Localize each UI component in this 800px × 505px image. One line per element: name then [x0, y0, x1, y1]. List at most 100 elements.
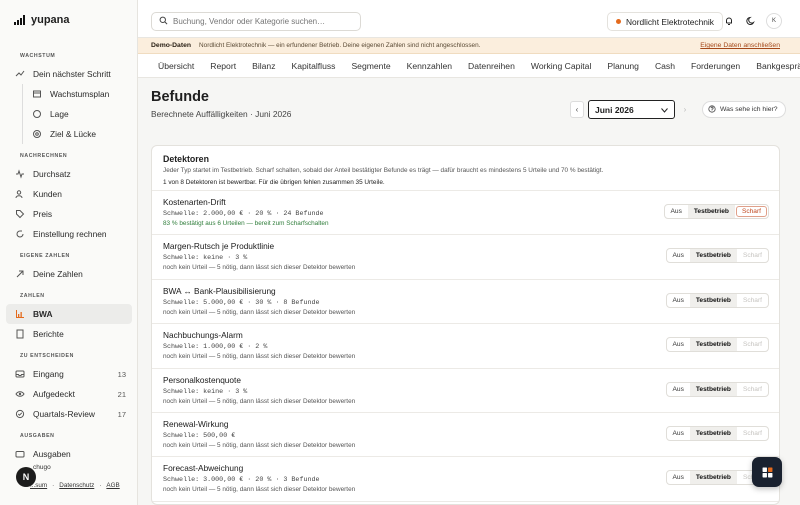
- detector-list: Kostenarten-Drift Schwelle: 2.000,00 € · …: [152, 191, 779, 502]
- tab-cash[interactable]: Cash: [655, 61, 675, 71]
- tab-overview[interactable]: Übersicht: [158, 61, 194, 71]
- detectors-meta: 1 von 8 Detektoren ist bewertbar. Für di…: [163, 179, 385, 186]
- sidebar-item-goal-gap[interactable]: Ziel & Lücke: [23, 124, 132, 144]
- apps-button[interactable]: [752, 457, 782, 487]
- eye-icon: [14, 388, 26, 400]
- mode-off-button[interactable]: Aus: [667, 427, 690, 440]
- mode-off-button[interactable]: Aus: [667, 249, 690, 262]
- tab-kpis[interactable]: Kennzahlen: [407, 61, 452, 71]
- mode-test-button[interactable]: Testbetrieb: [689, 382, 737, 396]
- target-icon: [31, 128, 43, 140]
- tab-bar: Übersicht Report Bilanz Kapitalfluss Seg…: [138, 54, 800, 78]
- mode-test-button[interactable]: Testbetrieb: [689, 249, 737, 263]
- tab-balance[interactable]: Bilanz: [252, 61, 275, 71]
- sidebar-item-growth-plan[interactable]: Wachstumsplan: [23, 84, 132, 104]
- sidebar-item-own-numbers[interactable]: Deine Zahlen: [6, 264, 132, 284]
- footer-sep: ·: [52, 482, 55, 489]
- search-input[interactable]: [173, 17, 353, 26]
- mode-toggle: AusTestbetriebScharf: [665, 381, 769, 397]
- sidebar-item-uncovered[interactable]: Aufgedeckt 21: [6, 384, 132, 404]
- sidebar-item-next-step[interactable]: Dein nächster Schritt: [6, 64, 132, 84]
- sidebar-item-label: Berichte: [33, 329, 64, 339]
- trend-up-icon: [14, 68, 26, 80]
- avatar[interactable]: N: [16, 467, 36, 487]
- sidebar-item-situation[interactable]: Lage: [23, 104, 132, 124]
- help-circle-icon: [708, 104, 716, 115]
- sidebar-item-expenses[interactable]: Ausgaben: [6, 444, 132, 464]
- tab-working-capital[interactable]: Working Capital: [531, 61, 592, 71]
- mode-test-button[interactable]: Testbetrieb: [689, 471, 737, 485]
- sidebar-item-inbox[interactable]: Eingang 13: [6, 364, 132, 384]
- chevron-down-icon: [661, 105, 668, 115]
- tab-receivables[interactable]: Forderungen: [691, 61, 740, 71]
- sidebar-item-customers[interactable]: Kunden: [6, 184, 132, 204]
- company-switcher[interactable]: Nordlicht Elektrotechnik: [607, 12, 723, 31]
- tab-report[interactable]: Report: [210, 61, 236, 71]
- mode-toggle: AusTestbetriebScharf: [665, 292, 769, 308]
- mode-test-button[interactable]: Testbetrieb: [689, 338, 737, 352]
- month-select[interactable]: Juni 2026: [588, 100, 675, 119]
- mode-test-button[interactable]: Testbetrieb: [687, 205, 735, 218]
- search-box[interactable]: [151, 12, 361, 31]
- mode-armed-button[interactable]: Scharf: [737, 383, 768, 396]
- bar-chart-icon: [14, 308, 26, 320]
- connect-data-link[interactable]: Eigene Daten anschließen: [700, 42, 780, 49]
- demo-banner: Demo-Daten Nordlicht Elektrotechnik — ei…: [138, 38, 800, 54]
- mode-armed-button[interactable]: Scharf: [737, 338, 768, 351]
- mode-armed-button[interactable]: Scharf: [735, 206, 767, 217]
- sidebar-item-throughput[interactable]: Durchsatz: [6, 164, 132, 184]
- wallet-icon: [14, 448, 26, 460]
- mode-off-button[interactable]: Aus: [667, 471, 690, 484]
- help-button[interactable]: Was sehe ich hier?: [702, 101, 786, 118]
- mode-armed-button[interactable]: Scharf: [737, 249, 768, 262]
- footer-link-privacy[interactable]: Datenschutz: [59, 482, 94, 489]
- sidebar-item-label: Durchsatz: [33, 169, 71, 179]
- mode-off-button[interactable]: Aus: [665, 205, 688, 218]
- sidebar-item-label: Wachstumsplan: [50, 89, 110, 99]
- demo-text: Nordlicht Elektrotechnik — ein erfundene…: [199, 42, 481, 49]
- nav-section-title: NACHRECHNEN: [20, 153, 68, 159]
- mode-armed-button[interactable]: Scharf: [737, 427, 768, 440]
- mode-test-button[interactable]: Testbetrieb: [689, 293, 737, 307]
- detectors-title: Detektoren: [163, 154, 209, 164]
- mode-toggle: AusTestbetriebScharf: [665, 248, 769, 264]
- mode-test-button[interactable]: Testbetrieb: [689, 426, 737, 440]
- tab-bank-talk[interactable]: Bankgespräch: [756, 61, 800, 71]
- brand-name: yupana: [31, 14, 70, 26]
- pulse-icon: [14, 168, 26, 180]
- sidebar-item-price[interactable]: Preis: [6, 204, 132, 224]
- mode-toggle: AusTestbetriebScharf: [663, 204, 769, 219]
- mode-off-button[interactable]: Aus: [667, 338, 690, 351]
- nav-section-title: ZAHLEN: [20, 293, 45, 299]
- count-badge: 17: [117, 409, 126, 419]
- brand[interactable]: yupana: [14, 14, 70, 26]
- nav-section-title: ZU ENTSCHEIDEN: [20, 353, 74, 359]
- sidebar-item-quarterly-review[interactable]: Quartals-Review 17: [6, 404, 132, 424]
- detector-row: Renewal-Wirkung Schwelle: 500,00 € noch ke…: [152, 413, 779, 458]
- user-avatar[interactable]: K: [766, 13, 782, 29]
- tab-segments[interactable]: Segmente: [351, 61, 390, 71]
- next-month-button[interactable]: ›: [678, 101, 692, 118]
- prev-month-button[interactable]: ‹: [570, 101, 584, 118]
- nav-section-title: EIGENE ZAHLEN: [20, 253, 70, 259]
- footer-link-terms[interactable]: AGB: [106, 482, 119, 489]
- tab-cashflow[interactable]: Kapitalfluss: [292, 61, 336, 71]
- sidebar-item-label: Deine Zahlen: [33, 269, 83, 279]
- sidebar-item-invoice-setting[interactable]: Einstellung rechnen: [6, 224, 132, 244]
- chevron-right-icon: ›: [683, 105, 687, 114]
- sidebar-item-label: Kunden: [33, 189, 62, 199]
- sidebar-item-reports[interactable]: Berichte: [6, 324, 132, 344]
- mode-off-button[interactable]: Aus: [667, 383, 690, 396]
- bell-icon[interactable]: [723, 15, 735, 27]
- mode-off-button[interactable]: Aus: [667, 294, 690, 307]
- chevron-left-icon: ‹: [575, 105, 579, 114]
- detector-note: noch kein Urteil — 5 nötig, dann lässt s…: [163, 486, 356, 494]
- tag-icon: [14, 208, 26, 220]
- document-icon: [14, 328, 26, 340]
- sidebar-item-bwa[interactable]: BWA: [6, 304, 132, 324]
- mode-toggle: AusTestbetriebScharf: [665, 425, 769, 441]
- mode-armed-button[interactable]: Scharf: [737, 294, 768, 307]
- tab-planning[interactable]: Planung: [607, 61, 639, 71]
- tab-data-series[interactable]: Datenreihen: [468, 61, 515, 71]
- moon-icon[interactable]: [745, 15, 757, 27]
